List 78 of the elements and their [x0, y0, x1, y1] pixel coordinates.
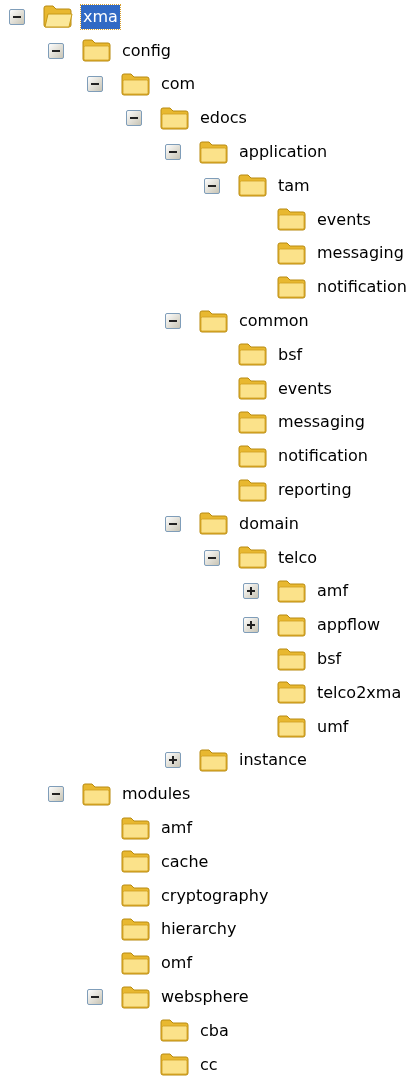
folder-icon [276, 274, 307, 300]
tree-item[interactable]: cba [198, 1018, 231, 1043]
tree-item[interactable]: bsf [276, 342, 305, 367]
collapse-icon[interactable] [48, 42, 64, 59]
open-folder-icon [42, 4, 73, 30]
folder-icon [120, 815, 151, 841]
tree-item[interactable]: edocs [198, 106, 249, 131]
folder-icon [276, 646, 307, 672]
folder-icon [276, 714, 307, 740]
collapse-icon[interactable] [87, 76, 103, 93]
tree-item[interactable]: events [276, 376, 334, 401]
tree-item[interactable]: notification [276, 444, 370, 469]
tree-item[interactable]: bsf [315, 647, 344, 672]
folder-icon [159, 105, 190, 131]
collapse-icon[interactable] [87, 989, 103, 1005]
expand-icon[interactable] [165, 752, 181, 769]
folder-icon [276, 207, 307, 233]
folder-icon [237, 409, 268, 435]
tree-item[interactable]: messaging [276, 410, 367, 435]
folder-icon [120, 72, 151, 97]
tree-item[interactable]: common [237, 309, 311, 334]
folder-icon [237, 376, 268, 402]
expand-icon[interactable] [243, 583, 259, 600]
tree-item[interactable]: notification [315, 275, 409, 300]
folder-icon [120, 883, 151, 909]
tree-item[interactable]: websphere [159, 985, 251, 1009]
folder-icon [120, 916, 151, 942]
collapse-icon[interactable] [165, 313, 181, 330]
collapse-icon[interactable] [165, 144, 181, 161]
tree-item[interactable]: application [237, 140, 330, 165]
tree-item[interactable]: xma [81, 4, 120, 29]
folder-icon [276, 240, 307, 266]
tree-item[interactable]: telco2xma [315, 680, 404, 705]
folder-icon [237, 173, 268, 199]
collapse-icon[interactable] [9, 8, 25, 25]
folder-icon [159, 1052, 190, 1078]
tree-item[interactable]: umf [315, 714, 351, 739]
tree-item[interactable]: tam [276, 173, 312, 198]
folder-icon [276, 680, 307, 706]
folder-icon [237, 477, 268, 503]
collapse-icon[interactable] [204, 177, 220, 194]
folder-icon [159, 1018, 190, 1044]
folder-icon [276, 612, 307, 638]
tree-item[interactable]: config [120, 38, 173, 63]
expand-icon[interactable] [243, 617, 259, 634]
tree-item[interactable]: telco [276, 545, 320, 570]
collapse-icon[interactable] [48, 786, 64, 803]
folder-icon [198, 139, 229, 165]
folder-icon [198, 747, 229, 773]
tree-item[interactable]: amf [315, 579, 351, 604]
tree-item[interactable]: appflow [315, 613, 383, 638]
folder-icon [120, 984, 151, 1010]
folder-icon [237, 342, 268, 368]
tree-item[interactable]: events [315, 207, 373, 232]
tree-item[interactable]: hierarchy [159, 917, 239, 942]
tree-item[interactable]: amf [159, 816, 195, 840]
folder-icon [120, 950, 151, 976]
tree-item[interactable]: cache [159, 849, 211, 874]
folder-icon [120, 849, 151, 875]
tree-item[interactable]: cryptography [159, 883, 271, 908]
tree-item[interactable]: instance [237, 748, 309, 773]
tree-item[interactable]: cc [198, 1052, 220, 1077]
folder-icon [81, 781, 112, 807]
collapse-icon[interactable] [165, 515, 181, 532]
tree-item[interactable]: omf [159, 951, 194, 976]
folder-icon [198, 308, 229, 334]
collapse-icon[interactable] [204, 549, 220, 566]
tree-item[interactable]: messaging [315, 241, 406, 266]
folder-icon [81, 38, 112, 64]
folder-icon [276, 578, 307, 604]
folder-icon [198, 511, 229, 537]
folder-icon [237, 443, 268, 469]
collapse-icon[interactable] [126, 110, 142, 127]
tree-item[interactable]: reporting [276, 478, 354, 503]
tree-item[interactable]: domain [237, 511, 301, 536]
tree-item[interactable]: modules [120, 782, 193, 807]
folder-icon [237, 545, 268, 571]
tree-item[interactable]: com [159, 72, 198, 97]
